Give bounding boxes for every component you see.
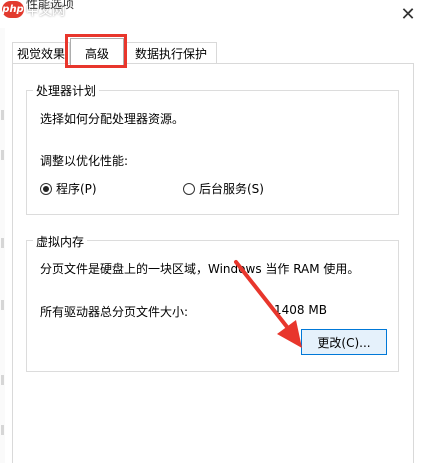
radio-selected-icon xyxy=(40,182,52,195)
close-icon: ✕ xyxy=(400,3,416,25)
radio-programs-label: 程序(P) xyxy=(56,182,97,196)
radio-unselected-icon xyxy=(183,182,195,195)
php-logo-icon: php xyxy=(2,1,24,18)
total-paging-file-value: 1408 MB xyxy=(274,303,327,317)
radio-programs[interactable]: 程序(P) xyxy=(40,180,97,197)
radio-background-services[interactable]: 后台服务(S) xyxy=(183,180,264,197)
virtual-memory-legend: 虚拟内存 xyxy=(33,233,88,250)
optimize-performance-label: 调整以优化性能: xyxy=(40,154,129,168)
tab-data-execution-prevention[interactable]: 数据执行保护 xyxy=(125,42,217,64)
tab-advanced[interactable]: 高级 xyxy=(70,38,124,67)
processor-scheduling-legend: 处理器计划 xyxy=(33,82,100,99)
left-edge-mark xyxy=(1,110,4,120)
left-edge-mark xyxy=(1,150,4,160)
total-paging-file-label: 所有驱动器总分页文件大小: xyxy=(40,305,189,319)
radio-background-services-label: 后台服务(S) xyxy=(199,182,264,196)
change-button[interactable]: 更改(C)... xyxy=(301,329,387,355)
close-button[interactable]: ✕ xyxy=(396,3,420,25)
left-edge-mark xyxy=(1,238,4,248)
window-title: 性能选项 xyxy=(26,0,75,11)
virtual-memory-description: 分页文件是硬盘上的一块区域，Windows 当作 RAM 使用。 xyxy=(40,262,360,276)
processor-description: 选择如何分配处理器资源。 xyxy=(40,112,185,126)
left-edge-mark xyxy=(1,300,4,310)
left-edge-mark xyxy=(1,425,4,435)
tab-visual-effects[interactable]: 视觉效果 xyxy=(12,42,70,64)
left-edge-mark xyxy=(1,375,4,385)
